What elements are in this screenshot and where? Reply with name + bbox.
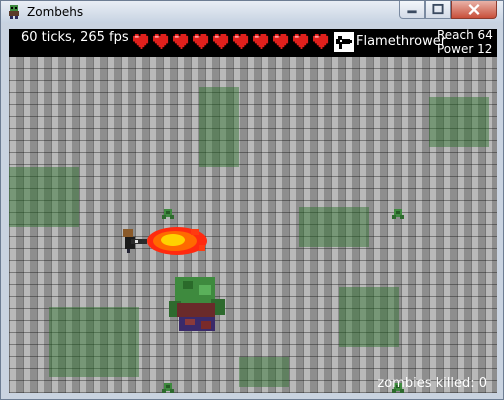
moss-patch [429, 97, 489, 147]
kill-counter: zombies killed: 0 [377, 376, 487, 391]
heart-icon [193, 33, 209, 50]
close-icon [468, 3, 480, 16]
moss-patch [239, 357, 289, 387]
zombie-app-icon [9, 5, 19, 19]
heart-icon [153, 33, 169, 50]
title-bar[interactable]: Zombehs [1, 1, 503, 23]
game-canvas[interactable]: 60 ticks, 265 fps Flamethrower Reach 64 … [9, 29, 497, 393]
hud-bar: 60 ticks, 265 fps Flamethrower Reach 64 … [9, 29, 497, 57]
heart-icon [133, 33, 149, 50]
moss-patch [199, 87, 239, 167]
heart-icon [233, 33, 249, 50]
heart-icon [273, 33, 289, 50]
zombie-sprite [162, 209, 174, 219]
zombie-sprite [162, 383, 174, 393]
game-window: Zombehs 60 ticks, 265 fps Flamethrower R… [0, 0, 504, 400]
big-zombie-sprite [169, 277, 225, 331]
power-stat: Power 12 [437, 42, 493, 56]
minimize-icon [407, 10, 417, 14]
reach-stat: Reach 64 [437, 29, 493, 42]
fps-counter: 60 ticks, 265 fps [21, 30, 129, 45]
moss-patch [49, 307, 139, 377]
heart-icon [313, 33, 329, 50]
player-sprite [123, 229, 147, 253]
moss-patch [9, 167, 79, 227]
maximize-button[interactable] [425, 1, 451, 19]
window-title: Zombehs [27, 5, 84, 19]
zombie-sprite [392, 209, 404, 219]
moss-patch [299, 207, 369, 247]
moss-patch [339, 287, 399, 347]
maximize-icon [432, 3, 444, 15]
game-arena[interactable]: zombies killed: 0 [9, 57, 497, 393]
flame-blast [147, 227, 207, 255]
health-hearts [133, 33, 330, 53]
flamethrower-icon [334, 32, 354, 52]
close-button[interactable] [451, 1, 497, 19]
heart-icon [253, 33, 269, 50]
weapon-name: Flamethrower [356, 34, 447, 49]
heart-icon [293, 33, 309, 50]
minimize-button[interactable] [399, 1, 425, 19]
heart-icon [173, 33, 189, 50]
heart-icon [213, 33, 229, 50]
